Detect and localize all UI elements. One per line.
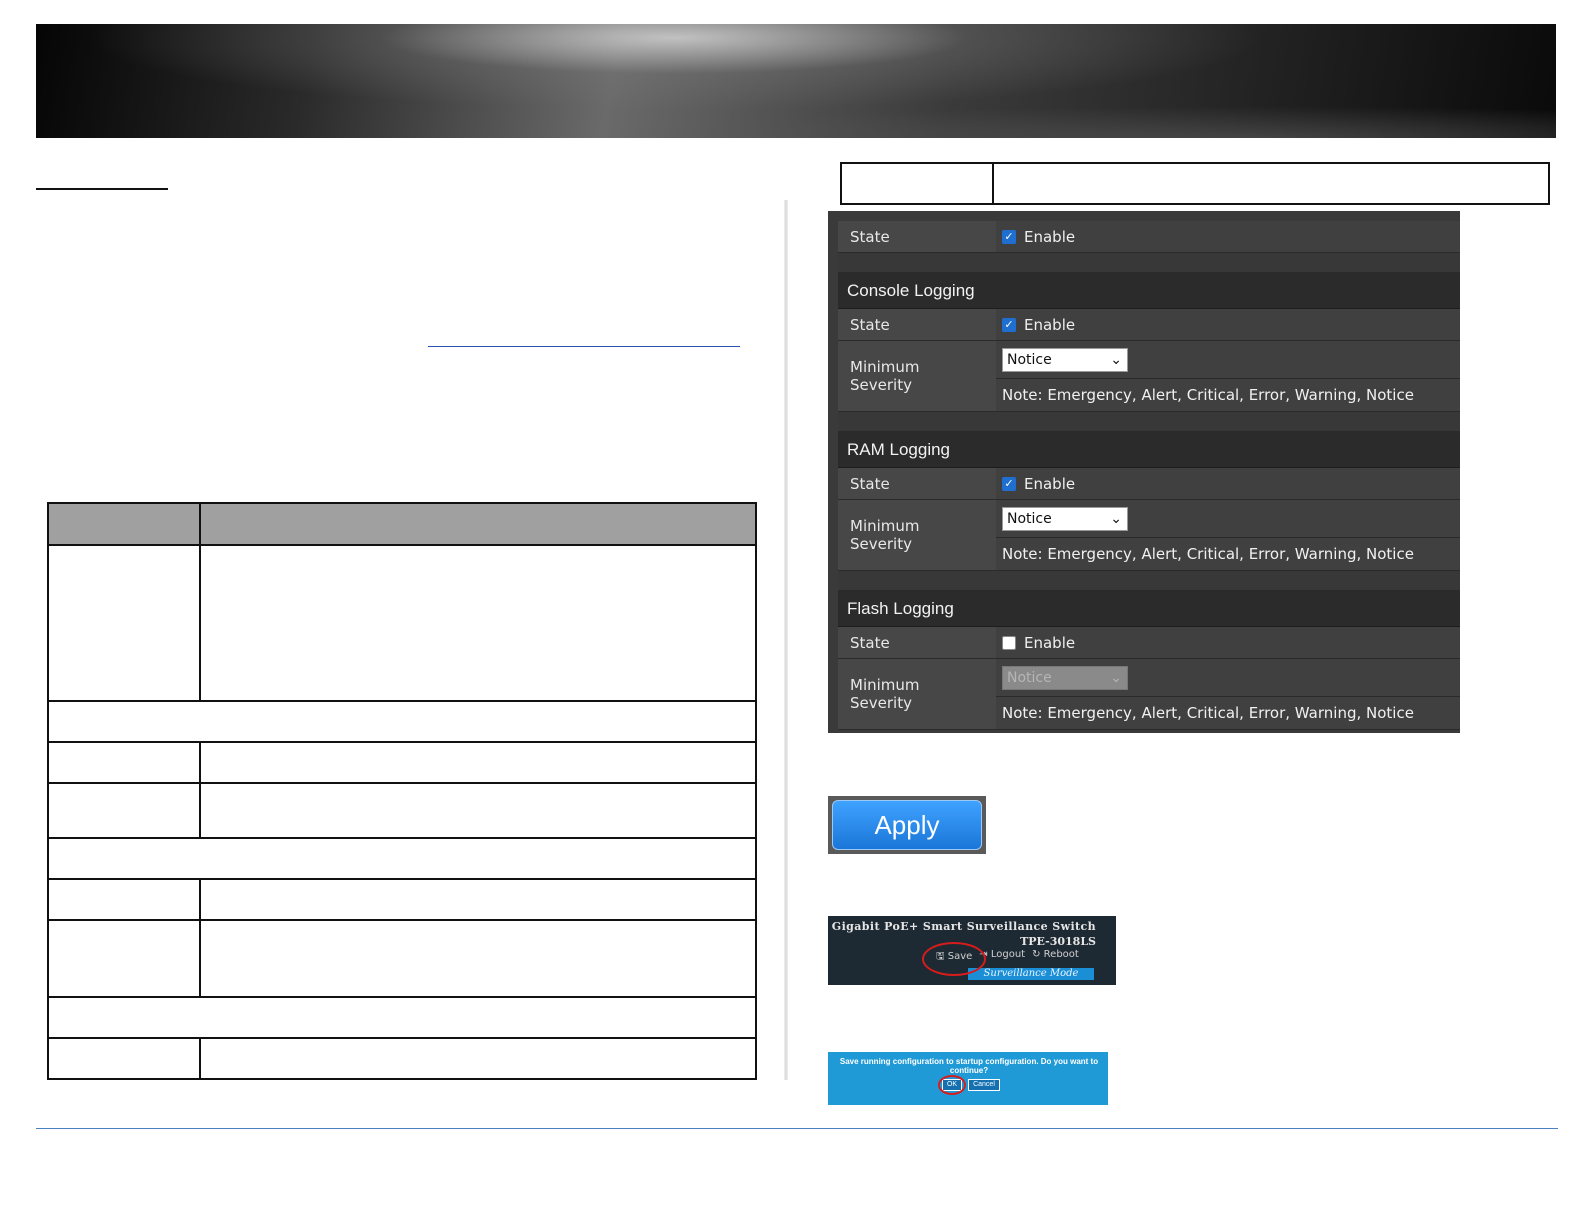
table-row (47, 878, 757, 921)
minimum-severity-label: Minimum Severity (838, 500, 996, 570)
logout-link[interactable]: ⇥ Logout (979, 949, 1025, 966)
apply-button[interactable]: Apply (832, 800, 982, 850)
ram-state-checkbox[interactable]: ✓ (1002, 476, 1016, 491)
enable-label: Enable (1024, 315, 1076, 334)
highlight-circle (938, 1075, 966, 1095)
minimum-severity-label: Minimum Severity (838, 341, 996, 411)
severity-note: Note: Emergency, Alert, Critical, Error,… (996, 697, 1460, 729)
confirm-dialog-screenshot: Save running configuration to startup co… (828, 1052, 1108, 1105)
logging-settings-screenshot: State ✓ Enable Console Logging State ✓ E… (828, 211, 1460, 733)
spacer (838, 253, 1460, 273)
footer-rule (36, 1128, 1558, 1129)
system-log-state-row: State ✓ Enable (838, 221, 1460, 253)
table-row (47, 782, 757, 839)
ram-severity-select[interactable]: Notice ⌄ (1002, 506, 1128, 531)
header-banner (36, 24, 1556, 138)
chevron-down-icon: ⌄ (1110, 510, 1122, 527)
flash-severity-row: Minimum Severity Notice ⌄ Note: Emergency,… (838, 659, 1460, 730)
severity-note: Note: Emergency, Alert, Critical, Error,… (996, 538, 1460, 570)
minimum-severity-label: Minimum Severity (838, 659, 996, 729)
table-row (47, 1037, 757, 1080)
table-header-row (47, 502, 757, 546)
state-label: State (838, 309, 996, 340)
surveillance-mode-badge[interactable]: Surveillance Mode (968, 968, 1094, 980)
table-row (47, 741, 757, 784)
parameter-table (47, 502, 757, 1080)
enable-label: Enable (1024, 474, 1076, 493)
chevron-down-icon: ⌄ (1110, 351, 1122, 368)
spacer (838, 571, 1460, 591)
apply-button-screenshot: Apply (828, 796, 986, 854)
table-row (840, 162, 1550, 205)
highlight-circle (922, 942, 986, 976)
console-logging-heading: Console Logging (838, 273, 1460, 309)
flash-severity-select: Notice ⌄ (1002, 665, 1128, 690)
hyperlink-underline[interactable] (428, 346, 740, 347)
reboot-icon: ↻ (1032, 949, 1041, 960)
small-parameter-table (840, 162, 1550, 205)
table-section-row (47, 996, 757, 1039)
device-model: TPE-3018LS (1020, 935, 1096, 948)
console-state-row: State ✓ Enable (838, 309, 1460, 341)
console-state-checkbox[interactable]: ✓ (1002, 317, 1016, 332)
table-row (47, 544, 757, 702)
state-label: State (838, 468, 996, 499)
state-checkbox[interactable]: ✓ (1002, 229, 1016, 244)
ram-severity-row: Minimum Severity Notice ⌄ Note: Emergency,… (838, 500, 1460, 571)
ram-logging-heading: RAM Logging (838, 432, 1460, 468)
dialog-message: Save running configuration to startup co… (839, 1057, 1099, 1075)
table-section-row (47, 837, 757, 880)
flash-logging-heading: Flash Logging (838, 591, 1460, 627)
chevron-down-icon: ⌄ (1110, 669, 1122, 686)
reboot-link[interactable]: ↻ Reboot (1032, 949, 1079, 966)
flash-state-row: State Enable (838, 627, 1460, 659)
severity-note: Note: Emergency, Alert, Critical, Error,… (996, 379, 1460, 411)
spacer (838, 412, 1460, 432)
enable-label: Enable (1024, 633, 1076, 652)
switch-header-screenshot: Gigabit PoE+ Smart Surveillance Switch T… (828, 916, 1116, 985)
console-severity-row: Minimum Severity Notice ⌄ Note: Emergency,… (838, 341, 1460, 412)
enable-label: Enable (1024, 227, 1076, 246)
state-label: State (838, 221, 996, 252)
flash-state-checkbox[interactable] (1002, 635, 1016, 650)
table-section-row (47, 700, 757, 743)
section-heading-underline (36, 188, 168, 190)
column-divider (784, 200, 788, 1080)
console-severity-select[interactable]: Notice ⌄ (1002, 347, 1128, 372)
table-row (47, 919, 757, 998)
cancel-button[interactable]: Cancel (968, 1079, 1000, 1091)
state-label: State (838, 627, 996, 658)
device-title: Gigabit PoE+ Smart Surveillance Switch (831, 920, 1096, 933)
ram-state-row: State ✓ Enable (838, 468, 1460, 500)
